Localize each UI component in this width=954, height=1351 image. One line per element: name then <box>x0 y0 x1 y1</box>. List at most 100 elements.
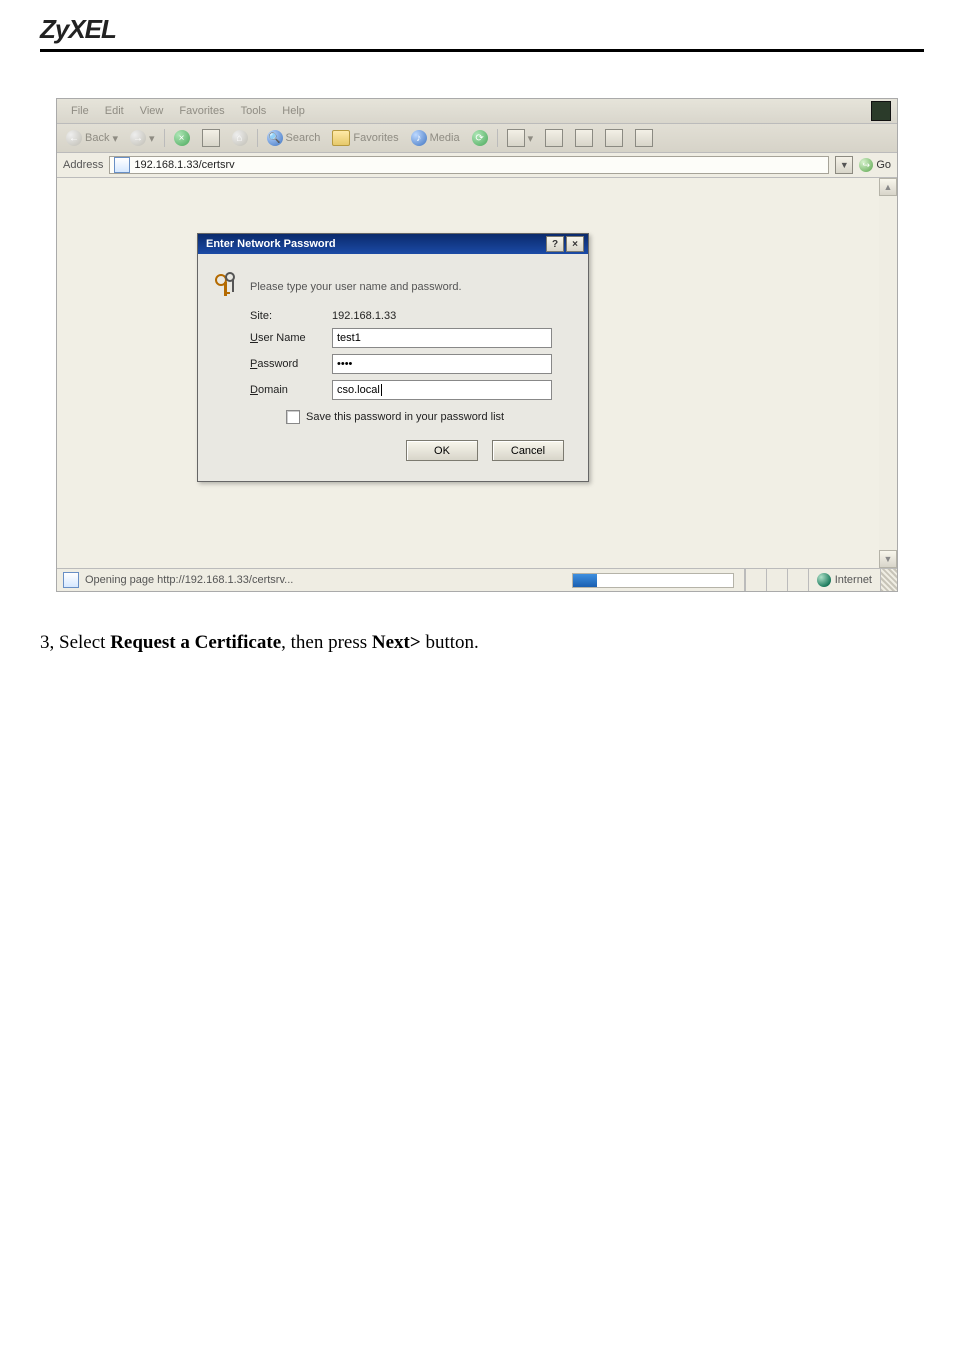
toolbar-separator <box>257 129 258 147</box>
network-password-dialog: Enter Network Password ? × <box>197 233 589 482</box>
menu-view[interactable]: View <box>132 103 172 119</box>
status-progress-fill <box>573 574 597 587</box>
status-panes <box>744 569 808 591</box>
forward-button[interactable]: → ▾ <box>127 129 158 147</box>
domain-label: Domain <box>250 384 322 396</box>
address-bar: Address 192.168.1.33/certsrv ▼ ↪ Go <box>57 153 897 178</box>
domain-input[interactable]: cso.local <box>332 380 552 400</box>
header-divider <box>40 49 924 52</box>
address-input[interactable]: 192.168.1.33/certsrv <box>109 156 829 174</box>
print-button[interactable] <box>542 128 566 148</box>
mail-dropdown-icon: ▾ <box>528 132 534 145</box>
menu-favorites[interactable]: Favorites <box>171 103 232 119</box>
menu-tools[interactable]: Tools <box>233 103 275 119</box>
media-button[interactable]: ♪ Media <box>408 129 463 147</box>
password-value: •••• <box>337 358 352 370</box>
menu-bar: File Edit View Favorites Tools Help <box>57 99 897 124</box>
go-label: Go <box>876 159 891 171</box>
instruction-step-3: 3, Select Request a Certificate, then pr… <box>0 592 954 654</box>
forward-arrow-icon: → <box>130 130 146 146</box>
domain-value: cso.local <box>337 384 382 396</box>
edit-button[interactable] <box>572 128 596 148</box>
home-button[interactable]: ⌂ <box>229 129 251 147</box>
refresh-icon <box>202 129 220 147</box>
status-progress <box>572 573 734 588</box>
site-label: Site: <box>250 310 322 322</box>
toolbar-separator <box>164 129 165 147</box>
mail-button[interactable]: ▾ <box>504 128 537 148</box>
username-label: User Name <box>250 332 322 344</box>
history-icon: ⟳ <box>472 130 488 146</box>
back-button[interactable]: ← Back ▾ <box>63 129 121 147</box>
address-value: 192.168.1.33/certsrv <box>134 159 234 171</box>
stop-icon: × <box>174 130 190 146</box>
favorites-icon <box>332 130 350 146</box>
dialog-help-button[interactable]: ? <box>546 236 564 252</box>
scroll-up-button[interactable]: ▲ <box>879 178 897 196</box>
back-arrow-icon: ← <box>66 130 82 146</box>
dialog-titlebar[interactable]: Enter Network Password ? × <box>198 234 588 254</box>
password-input[interactable]: •••• <box>332 354 552 374</box>
instr-bold-request: Request a Certificate <box>110 632 281 653</box>
mail-icon <box>507 129 525 147</box>
dialog-button-row: OK Cancel <box>212 424 574 465</box>
dialog-prompt: Please type your user name and password. <box>250 281 462 293</box>
page-header: ZyXEL <box>0 0 954 98</box>
internet-zone-icon <box>817 573 831 587</box>
site-value: 192.168.1.33 <box>332 310 396 322</box>
back-dropdown-icon: ▾ <box>112 132 118 145</box>
page-icon <box>114 157 130 173</box>
save-password-checkbox[interactable] <box>286 410 300 424</box>
security-zone[interactable]: Internet <box>808 569 880 591</box>
go-icon: ↪ <box>859 158 873 172</box>
menu-edit[interactable]: Edit <box>97 103 132 119</box>
refresh-button[interactable] <box>199 128 223 148</box>
username-value: test1 <box>337 332 361 344</box>
back-label: Back <box>85 132 109 144</box>
ie-window: File Edit View Favorites Tools Help ← Ba… <box>56 98 898 592</box>
favorites-button[interactable]: Favorites <box>329 129 401 147</box>
stop-button[interactable]: × <box>171 129 193 147</box>
dialog-body: Please type your user name and password.… <box>198 254 588 481</box>
discuss-button[interactable] <box>602 128 626 148</box>
status-pane <box>745 569 766 591</box>
instr-text: , then press <box>281 632 372 653</box>
status-pane <box>787 569 808 591</box>
ie-throbber-icon <box>871 101 891 121</box>
cancel-button[interactable]: Cancel <box>492 440 564 461</box>
history-button[interactable]: ⟳ <box>469 129 491 147</box>
instr-text: 3, Select <box>40 632 110 653</box>
extra-button[interactable] <box>632 128 656 148</box>
search-icon: 🔍 <box>267 130 283 146</box>
username-input[interactable]: test1 <box>332 328 552 348</box>
search-button[interactable]: 🔍 Search <box>264 129 324 147</box>
keys-icon <box>212 270 240 304</box>
extra-icon <box>635 129 653 147</box>
search-label: Search <box>286 132 321 144</box>
menu-file[interactable]: File <box>63 103 97 119</box>
brand-logo-text: ZyXEL <box>40 14 924 45</box>
address-dropdown-button[interactable]: ▼ <box>835 156 853 174</box>
dialog-close-button[interactable]: × <box>566 236 584 252</box>
ok-button[interactable]: OK <box>406 440 478 461</box>
dialog-title-text: Enter Network Password <box>206 238 336 250</box>
status-pane <box>766 569 787 591</box>
instr-bold-next: Next> <box>372 632 421 653</box>
toolbar: ← Back ▾ → ▾ × ⌂ 🔍 Search Favorites ♪ Me… <box>57 124 897 153</box>
status-page-icon <box>63 572 79 588</box>
status-bar: Opening page http://192.168.1.33/certsrv… <box>57 568 897 591</box>
menu-help[interactable]: Help <box>274 103 313 119</box>
print-icon <box>545 129 563 147</box>
instr-text: button. <box>421 632 479 653</box>
go-button[interactable]: ↪ Go <box>859 158 891 172</box>
home-icon: ⌂ <box>232 130 248 146</box>
internet-zone-label: Internet <box>835 574 872 586</box>
content-viewport: ▲ ▼ Enter Network Password ? × <box>57 178 897 568</box>
save-password-checkbox-row: Save this password in your password list <box>286 410 574 424</box>
password-label: Password <box>250 358 322 370</box>
scroll-down-button[interactable]: ▼ <box>879 550 897 568</box>
edit-icon <box>575 129 593 147</box>
toolbar-separator <box>497 129 498 147</box>
discuss-icon <box>605 129 623 147</box>
resize-grip[interactable] <box>880 569 897 591</box>
